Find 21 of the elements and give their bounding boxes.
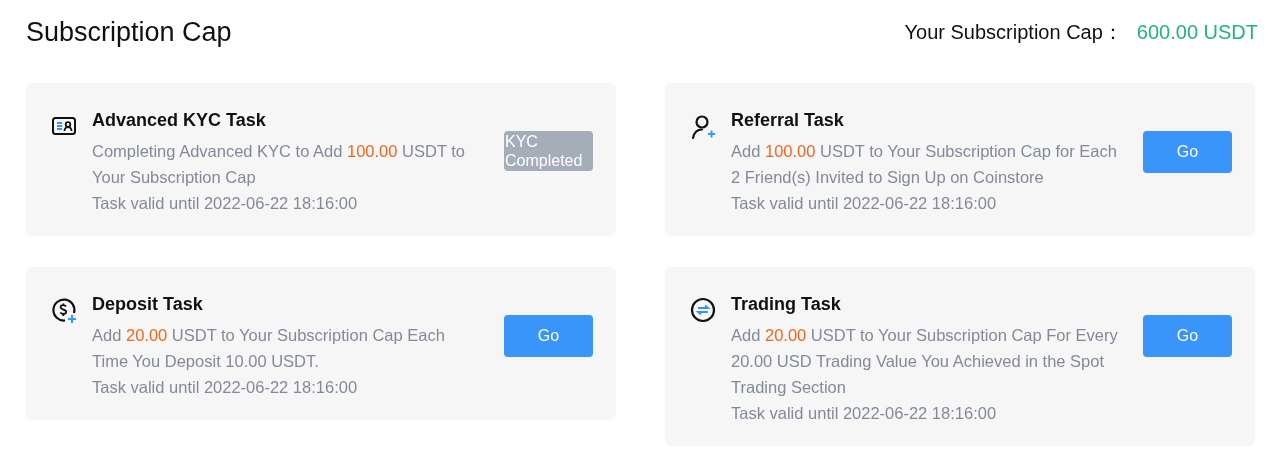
user-plus-icon bbox=[689, 112, 717, 140]
task-title: Trading Task bbox=[731, 293, 842, 316]
task-validity: Task valid until 2022-06-22 18:16:00 bbox=[731, 403, 998, 424]
task-description: Add 20.00 USDT to Your Subscription Cap For Every 20.00 USD Trading Value You Achieved in the Spot Trading Section bbox=[731, 325, 1119, 398]
go-button[interactable]: Go bbox=[504, 315, 593, 357]
cap-value: 600.00 USDT bbox=[1136, 20, 1258, 45]
exchange-icon bbox=[689, 296, 717, 324]
task-title: Deposit Task bbox=[92, 293, 204, 316]
task-description: Add 20.00 USDT to Your Subscription Cap Each Time You Deposit 10.00 USDT. bbox=[92, 325, 446, 372]
coin-plus-icon bbox=[50, 296, 78, 324]
task-validity: Task valid until 2022-06-22 18:16:00 bbox=[731, 193, 998, 214]
task-title: Advanced KYC Task bbox=[92, 109, 267, 132]
page-title: Subscription Cap bbox=[26, 16, 232, 49]
task-title: Referral Task bbox=[731, 109, 845, 132]
task-description: Completing Advanced KYC to Add 100.00 USDT to Your Subscription Cap bbox=[92, 141, 466, 188]
go-button[interactable]: Go bbox=[1143, 131, 1232, 173]
task-description: Add 100.00 USDT to Your Subscription Cap for Each 2 Friend(s) Invited to Sign Up on Coinstore bbox=[731, 141, 1118, 188]
cap-label: Your Subscription Cap： bbox=[904, 20, 1123, 45]
task-validity: Task valid until 2022-06-22 18:16:00 bbox=[92, 193, 359, 214]
task-validity: Task valid until 2022-06-22 18:16:00 bbox=[92, 377, 359, 398]
go-button[interactable]: Go bbox=[1143, 315, 1232, 357]
